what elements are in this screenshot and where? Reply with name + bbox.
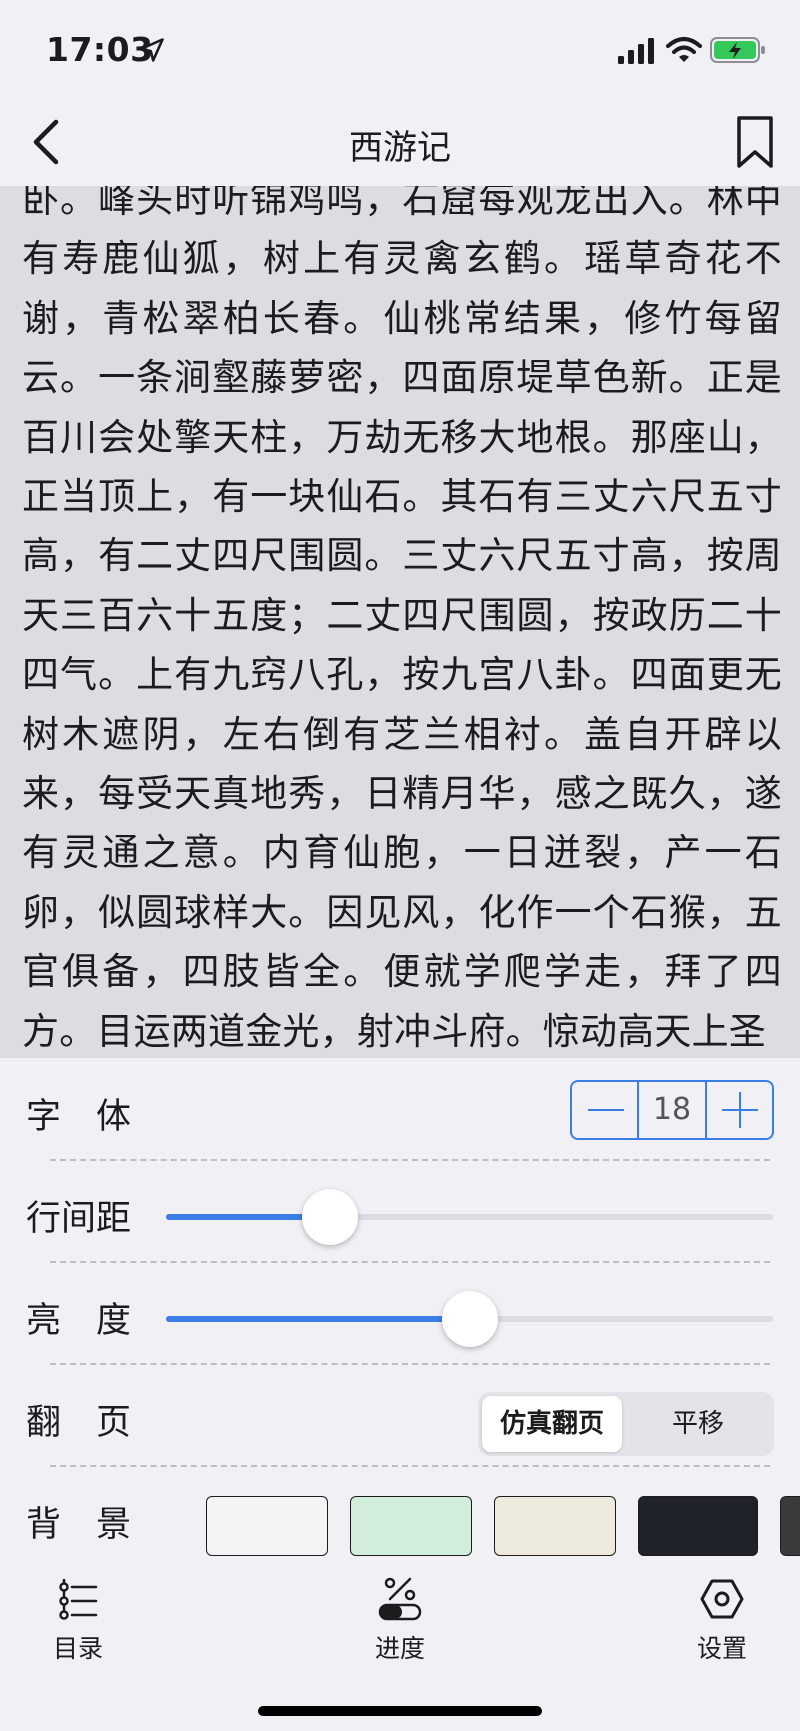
book-title: 西游记 xyxy=(349,128,451,168)
reading-area[interactable]: 卧。峰头时听锦鸡鸣，石窟每观龙出入。林中有寿鹿仙狐，树上有灵禽玄鹤。瑶草奇花不谢… xyxy=(0,186,800,1058)
battery-charging-icon xyxy=(710,37,765,63)
brightness-row: 亮 度 xyxy=(0,1262,800,1364)
nav-bar: 西游记 xyxy=(0,100,800,186)
reader-settings-panel: 字 体 18 行间距 亮 度 翻 页 仿真翻页 平移 背 景 xyxy=(0,1058,800,1561)
table-of-contents-icon xyxy=(59,1579,98,1620)
settings-button[interactable]: 设置 xyxy=(662,1577,782,1667)
chapter-text: 卧。峰头时听锦鸡鸣，石窟每观龙出入。林中有寿鹿仙狐，树上有灵禽玄鹤。瑶草奇花不谢… xyxy=(22,186,782,1053)
location-arrow-icon xyxy=(140,38,164,62)
font-size-row: 字 体 18 xyxy=(0,1058,800,1160)
settings-label: 设置 xyxy=(696,1634,747,1663)
line-spacing-slider[interactable] xyxy=(166,1189,773,1245)
progress-label: 进度 xyxy=(374,1634,425,1663)
decrease-font-button[interactable] xyxy=(572,1082,639,1138)
background-swatch-gray[interactable] xyxy=(780,1496,800,1556)
toc-button[interactable]: 目录 xyxy=(18,1577,138,1667)
bottom-toolbar: 目录 进度 设置 xyxy=(0,1561,800,1731)
progress-icon xyxy=(378,1577,422,1621)
cellular-signal-icon xyxy=(618,38,654,64)
font-size-stepper: 18 xyxy=(570,1080,774,1140)
page-turn-label: 翻 页 xyxy=(26,1403,132,1443)
brightness-thumb[interactable] xyxy=(441,1291,498,1347)
home-indicator xyxy=(258,1706,542,1716)
background-swatch-dark[interactable] xyxy=(638,1496,758,1556)
font-size-value: 18 xyxy=(639,1082,707,1138)
background-swatch-green[interactable] xyxy=(350,1496,472,1556)
settings-hexagon-icon xyxy=(700,1579,744,1619)
background-swatch-white[interactable] xyxy=(206,1496,328,1556)
background-label: 背 景 xyxy=(26,1505,132,1545)
page-turn-curl-option[interactable]: 仿真翻页 xyxy=(482,1396,622,1452)
page-turn-segmented-control: 仿真翻页 平移 xyxy=(478,1392,774,1456)
brightness-label: 亮 度 xyxy=(26,1301,132,1341)
toc-label: 目录 xyxy=(52,1634,103,1663)
status-bar: 17:03 xyxy=(0,0,800,100)
page-turn-slide-option[interactable]: 平移 xyxy=(626,1396,770,1452)
brightness-slider[interactable] xyxy=(166,1291,773,1347)
bookmark-icon[interactable] xyxy=(734,114,776,170)
brightness-fill xyxy=(166,1316,470,1322)
line-spacing-thumb[interactable] xyxy=(301,1189,358,1245)
line-spacing-label: 行间距 xyxy=(26,1199,132,1239)
line-spacing-row: 行间距 xyxy=(0,1160,800,1262)
page-turn-row: 翻 页 仿真翻页 平移 xyxy=(0,1364,800,1466)
progress-button[interactable]: 进度 xyxy=(340,1577,460,1667)
wifi-icon xyxy=(666,37,702,62)
increase-font-button[interactable] xyxy=(707,1082,773,1138)
background-row: 背 景 xyxy=(0,1466,800,1568)
background-swatch-beige[interactable] xyxy=(494,1496,616,1556)
font-size-label: 字 体 xyxy=(26,1097,132,1137)
